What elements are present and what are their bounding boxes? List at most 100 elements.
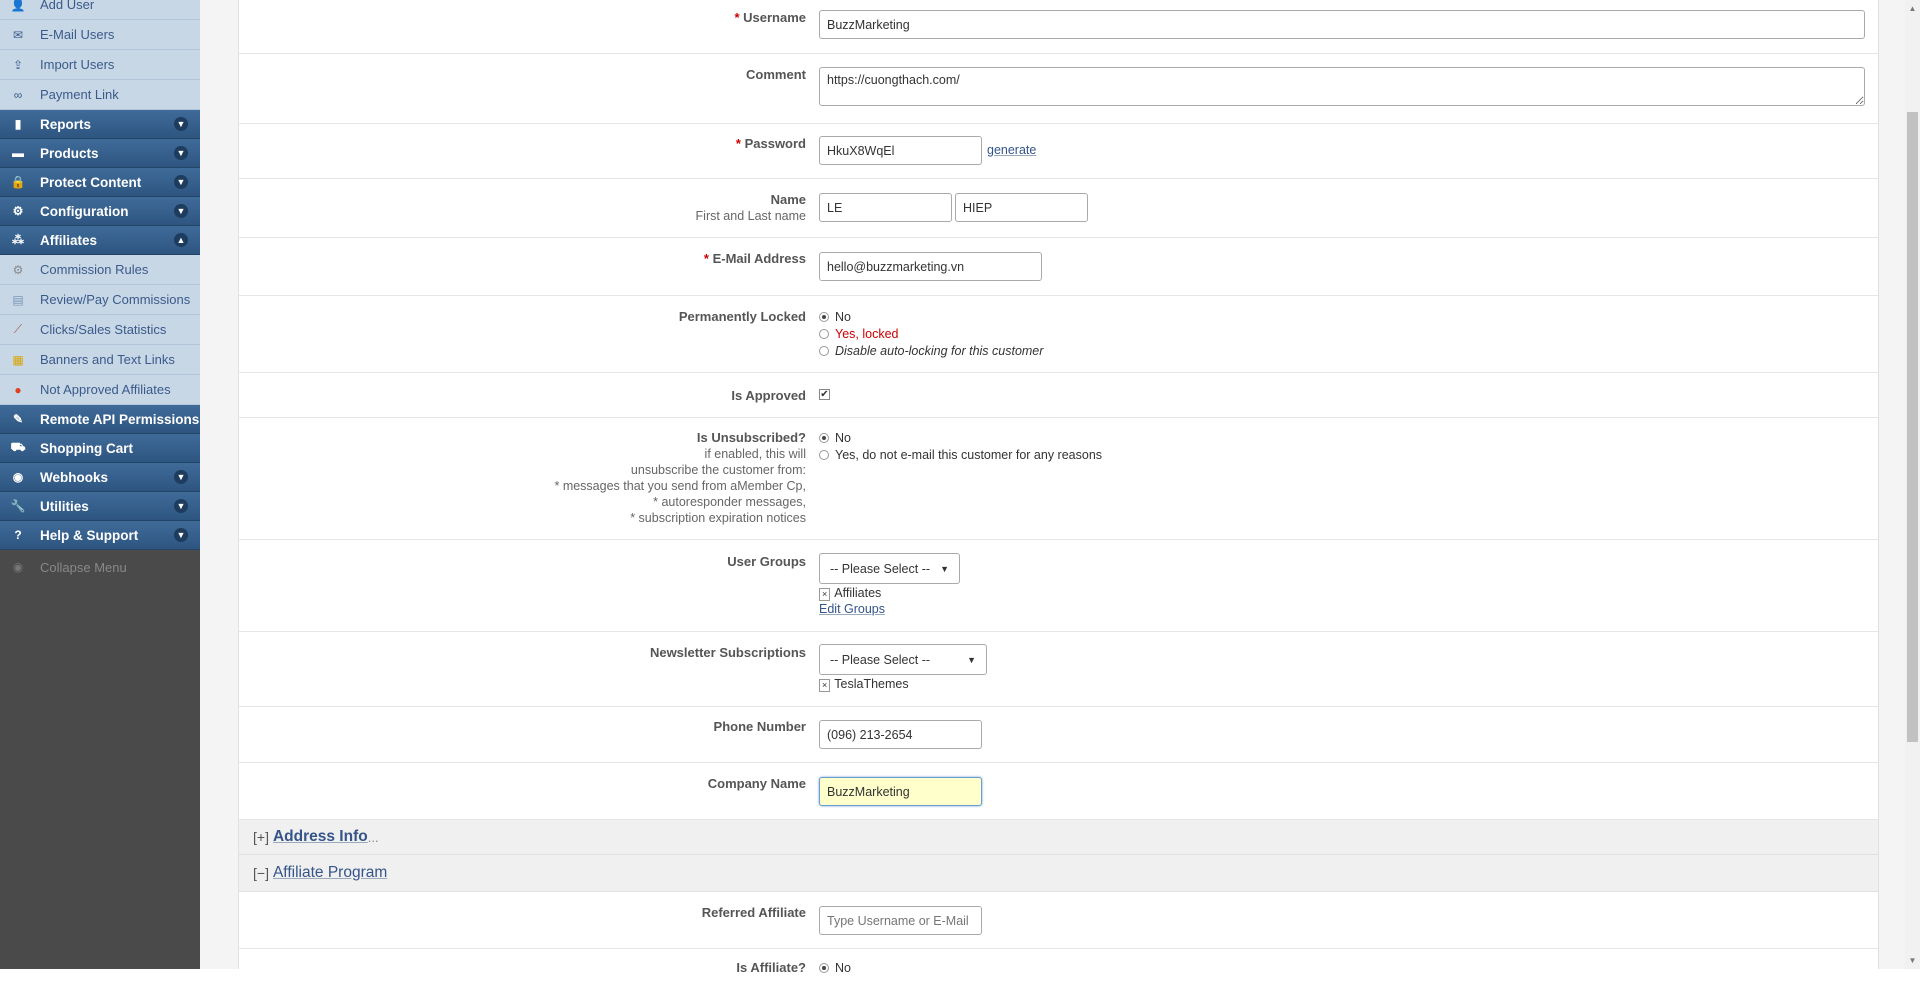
phone-label: Phone Number xyxy=(713,719,806,734)
affiliates-icon: ⁂ xyxy=(12,233,24,247)
radio-icon xyxy=(819,329,829,339)
sidebar-item-reports[interactable]: ▮ Reports ▼ xyxy=(0,110,200,139)
email-input[interactable] xyxy=(819,252,1042,281)
affiliate-program-section[interactable]: [−] Affiliate Program xyxy=(239,855,1878,892)
sidebar-item-import-users[interactable]: ⇪ Import Users xyxy=(0,50,200,80)
newsletter-select-value: -- Please Select -- xyxy=(830,652,931,667)
row-password: * Password generate xyxy=(239,124,1878,179)
row-is-affiliate: Is Affiliate? No xyxy=(239,949,1878,989)
sidebar-item-commission-rules[interactable]: ⚙ Commission Rules xyxy=(0,255,200,285)
password-input[interactable] xyxy=(819,136,982,165)
collapse-menu-label: Collapse Menu xyxy=(40,559,127,575)
sidebar-item-shopping-cart[interactable]: ⛟ Shopping Cart xyxy=(0,434,200,463)
username-label: * Username xyxy=(734,10,806,25)
row-username: * Username xyxy=(239,0,1878,54)
user-form: * Username Comment https://cuongthach.co… xyxy=(238,0,1879,975)
sidebar-item-label: Remote API Permissions xyxy=(40,411,200,427)
sidebar-item-label: Shopping Cart xyxy=(40,440,133,456)
sidebar-item-remote-api[interactable]: ✎ Remote API Permissions xyxy=(0,405,200,434)
row-phone: Phone Number xyxy=(239,707,1878,763)
sidebar-item-add-user[interactable]: 👤 Add User xyxy=(0,0,200,20)
sidebar-item-affiliates[interactable]: ⁂ Affiliates ▲ xyxy=(0,226,200,255)
sidebar-item-clicks-sales[interactable]: ⟋ Clicks/Sales Statistics xyxy=(0,315,200,345)
content-area: * Username Comment https://cuongthach.co… xyxy=(200,0,1905,975)
company-input[interactable] xyxy=(819,777,982,806)
sidebar-item-payment-link[interactable]: ∞ Payment Link xyxy=(0,80,200,110)
first-name-input[interactable] xyxy=(819,193,952,222)
dropdown-arrow-icon: ▼ xyxy=(940,563,949,574)
user-group-tag: × Affiliates xyxy=(819,586,881,601)
add-user-icon: 👤 xyxy=(10,0,26,12)
unsubscribed-option-no[interactable]: No xyxy=(819,431,851,445)
locked-option-yes[interactable]: Yes, locked xyxy=(819,327,898,341)
user-groups-select-value: -- Please Select -- xyxy=(830,561,931,576)
user-groups-select[interactable]: -- Please Select -- ▼ xyxy=(819,553,960,584)
unsubscribed-label: Is Unsubscribed? xyxy=(696,430,806,445)
unsubscribed-help-line: if enabled, this will xyxy=(704,447,806,461)
import-icon: ⇪ xyxy=(12,57,24,72)
scroll-thumb[interactable] xyxy=(1907,112,1918,742)
chart-icon: ▮ xyxy=(14,117,22,131)
scroll-down-icon[interactable]: ▼ xyxy=(1905,952,1920,969)
chevron-down-icon: ▼ xyxy=(174,499,188,513)
sidebar-item-label: Payment Link xyxy=(40,87,119,102)
sidebar-item-products[interactable]: ▬ Products ▼ xyxy=(0,139,200,168)
referred-affiliate-label: Referred Affiliate xyxy=(701,905,806,920)
sidebar-item-configuration[interactable]: ⚙ Configuration ▼ xyxy=(0,197,200,226)
row-user-groups: User Groups -- Please Select -- ▼ × Affil… xyxy=(239,540,1878,632)
edit-groups-link[interactable]: Edit Groups xyxy=(819,602,885,616)
sidebar-item-protect-content[interactable]: 🔒 Protect Content ▼ xyxy=(0,168,200,197)
sidebar-item-review-pay[interactable]: ▤ Review/Pay Commissions xyxy=(0,285,200,315)
sidebar-item-label: Import Users xyxy=(40,57,115,72)
locked-label: Permanently Locked xyxy=(678,309,806,324)
scroll-up-icon[interactable]: ▲ xyxy=(1905,0,1920,17)
cart-icon: ⛟ xyxy=(10,440,26,454)
sidebar-item-webhooks[interactable]: ◉ Webhooks ▼ xyxy=(0,463,200,492)
sidebar-item-label: Help & Support xyxy=(40,527,139,543)
generate-password-link[interactable]: generate xyxy=(987,143,1036,157)
chevron-down-icon: ▼ xyxy=(174,146,188,160)
username-input[interactable] xyxy=(819,10,1865,39)
comment-textarea[interactable]: https://cuongthach.com/ xyxy=(819,67,1865,106)
radio-icon xyxy=(819,963,829,973)
sidebar-item-banners[interactable]: ▦ Banners and Text Links xyxy=(0,345,200,375)
newsletter-label: Newsletter Subscriptions xyxy=(649,645,806,660)
vertical-scrollbar[interactable]: ▲ ▼ xyxy=(1905,0,1920,969)
sidebar-item-not-approved[interactable]: ● Not Approved Affiliates xyxy=(0,375,200,405)
sidebar-item-label: Review/Pay Commissions xyxy=(40,292,191,307)
approved-checkbox[interactable]: ✔ xyxy=(819,389,830,400)
chevron-down-icon: ▼ xyxy=(174,470,188,484)
sidebar-item-help-support[interactable]: ? Help & Support ▼ xyxy=(0,521,200,550)
link-icon: ∞ xyxy=(13,87,23,102)
locked-option-disable[interactable]: Disable auto-locking for this customer xyxy=(819,344,1043,358)
newsletter-select[interactable]: -- Please Select -- ▼ xyxy=(819,644,987,675)
sidebar-item-label: Configuration xyxy=(40,203,129,219)
sidebar-item-utilities[interactable]: 🔧 Utilities ▼ xyxy=(0,492,200,521)
sidebar-item-label: Commission Rules xyxy=(40,262,149,277)
sidebar-item-label: Products xyxy=(40,145,99,161)
banner-icon: ▦ xyxy=(12,352,24,367)
row-comment: Comment https://cuongthach.com/ xyxy=(239,54,1878,124)
approved-label: Is Approved xyxy=(731,388,806,403)
locked-option-no[interactable]: No xyxy=(819,310,851,324)
collapse-menu[interactable]: ◉ Collapse Menu xyxy=(0,552,200,582)
sidebar-item-label: Banners and Text Links xyxy=(40,352,175,367)
remove-tag-icon[interactable]: × xyxy=(819,679,831,692)
sidebar-item-email-users[interactable]: ✉ E-Mail Users xyxy=(0,20,200,50)
section-ellipsis: ... xyxy=(367,829,379,845)
referred-affiliate-input[interactable] xyxy=(819,906,982,935)
phone-input[interactable] xyxy=(819,720,982,749)
last-name-input[interactable] xyxy=(955,193,1088,222)
row-locked: Permanently Locked No Yes, locked Disabl… xyxy=(239,296,1878,373)
red-dot-icon: ● xyxy=(14,382,22,397)
webhook-icon: ◉ xyxy=(12,470,24,484)
remove-tag-icon[interactable]: × xyxy=(819,588,831,601)
unsubscribed-option-yes[interactable]: Yes, do not e-mail this customer for any… xyxy=(819,448,1102,462)
comment-label: Comment xyxy=(746,67,806,82)
row-company: Company Name xyxy=(239,763,1878,820)
is-affiliate-option-no[interactable]: No xyxy=(819,961,851,975)
is-affiliate-label: Is Affiliate? xyxy=(736,960,806,975)
address-info-section[interactable]: [+] Address Info ... xyxy=(239,820,1878,855)
radio-icon xyxy=(819,450,829,460)
chevron-down-icon: ▼ xyxy=(174,204,188,218)
